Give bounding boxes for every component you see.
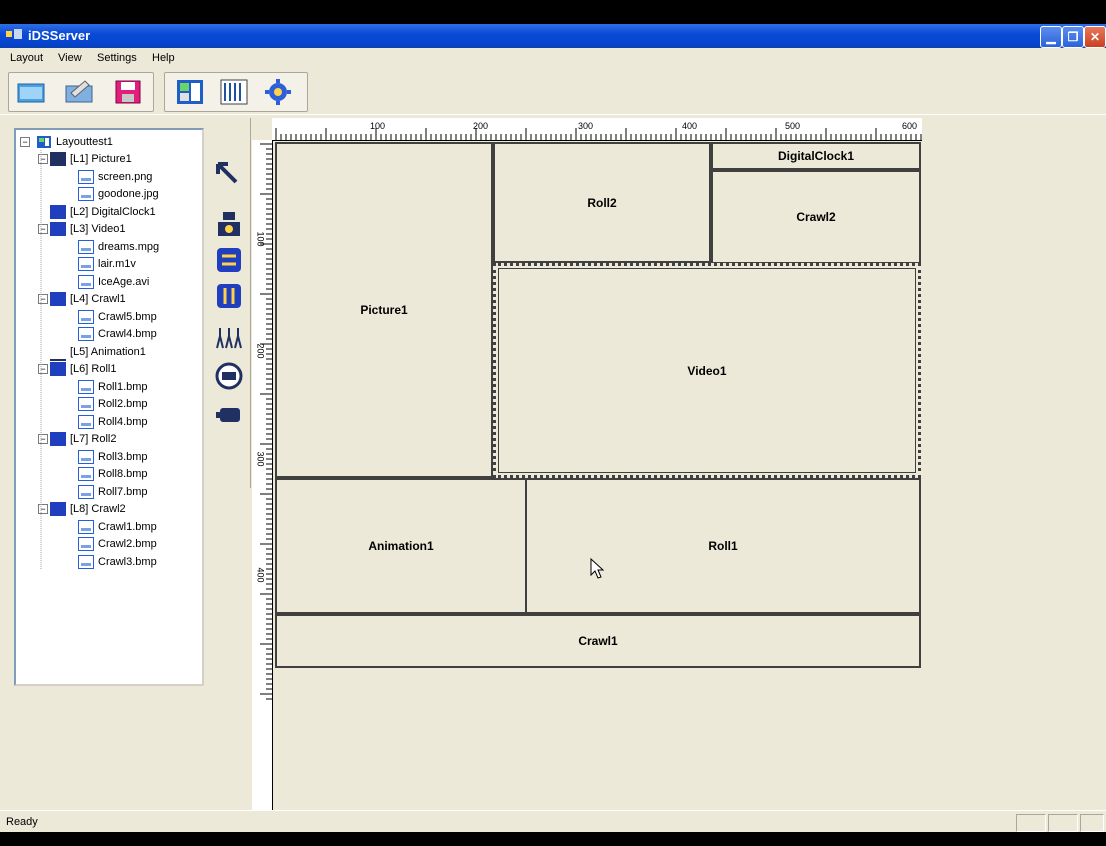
status-text: Ready bbox=[6, 816, 38, 828]
region-video1[interactable]: Video1 bbox=[493, 263, 921, 478]
menu-bar: Layout View Settings Help bbox=[0, 48, 1106, 68]
layout-tree[interactable]: − Layouttest1 − [L1] Picture1 screen.png go… bbox=[14, 128, 204, 686]
region-animation1[interactable]: Animation1 bbox=[275, 478, 527, 614]
crawl-tool-icon[interactable] bbox=[214, 246, 244, 274]
ruler-label-400: 400 bbox=[682, 121, 698, 131]
save-icon[interactable] bbox=[111, 77, 145, 107]
vruler-label-100: 100 bbox=[255, 231, 266, 247]
roll-tool-icon[interactable] bbox=[214, 282, 244, 310]
region-roll2-label: Roll2 bbox=[587, 195, 617, 210]
app-icon bbox=[6, 29, 22, 39]
close-icon: ✕ bbox=[1089, 30, 1101, 44]
picture-tool-icon[interactable] bbox=[214, 210, 244, 238]
restore-button[interactable]: ❐ bbox=[1062, 26, 1084, 48]
status-pane-2 bbox=[1048, 814, 1078, 832]
clock-tool-icon[interactable] bbox=[214, 362, 244, 390]
view-toolbar-group bbox=[164, 72, 308, 112]
vruler-label-200: 200 bbox=[255, 343, 266, 359]
region-digitalclock1-label: DigitalClock1 bbox=[777, 149, 855, 163]
vruler-label-400: 400 bbox=[255, 567, 266, 583]
layout-canvas-area: 100 200 300 400 500 600 100 200 300 400 … bbox=[252, 118, 1106, 832]
tool-palette bbox=[206, 118, 251, 488]
region-video1-label: Video1 bbox=[687, 363, 727, 378]
ruler-corner bbox=[252, 118, 272, 140]
pointer-tool-icon[interactable] bbox=[214, 160, 244, 188]
menu-settings[interactable]: Settings bbox=[97, 52, 137, 64]
region-crawl2-label: Crawl2 bbox=[796, 210, 836, 224]
status-pane-3 bbox=[1080, 814, 1104, 832]
edit-layout-icon[interactable] bbox=[63, 77, 97, 107]
ruler-label-200: 200 bbox=[473, 121, 489, 131]
settings-gear-icon[interactable] bbox=[261, 77, 295, 107]
region-roll1-label: Roll1 bbox=[708, 539, 738, 553]
ruler-label-500: 500 bbox=[785, 121, 801, 131]
minimize-button[interactable]: ▁ bbox=[1040, 26, 1062, 48]
file-toolbar-group bbox=[8, 72, 154, 112]
layout-view-icon[interactable] bbox=[173, 77, 207, 107]
ruler-label-600: 600 bbox=[902, 121, 918, 131]
menu-view[interactable]: View bbox=[58, 52, 82, 64]
title-bar[interactable]: iDSServer ▁ ❐ ✕ bbox=[0, 24, 1106, 48]
region-crawl1-label: Crawl1 bbox=[578, 634, 618, 648]
vertical-ruler: 100 200 300 400 bbox=[252, 140, 273, 832]
region-crawl2[interactable]: Crawl2 bbox=[711, 170, 921, 264]
window-title: iDSServer bbox=[28, 28, 91, 43]
toolbar bbox=[0, 68, 1106, 115]
region-picture1-label: Picture1 bbox=[360, 303, 408, 317]
menu-help[interactable]: Help bbox=[152, 52, 175, 64]
status-bar: Ready bbox=[0, 810, 1106, 832]
animation-tool-icon[interactable] bbox=[214, 324, 244, 352]
region-picture1[interactable]: Picture1 bbox=[275, 142, 493, 478]
region-animation1-label: Animation1 bbox=[368, 539, 434, 553]
vruler-label-300: 300 bbox=[255, 451, 266, 467]
restore-icon: ❐ bbox=[1067, 30, 1079, 44]
horizontal-ruler: 100 200 300 400 500 600 bbox=[272, 118, 922, 141]
ruler-label-300: 300 bbox=[578, 121, 594, 131]
tree-lines bbox=[40, 150, 42, 570]
status-pane-1 bbox=[1016, 814, 1046, 832]
open-layout-icon[interactable] bbox=[15, 77, 49, 107]
menu-layout[interactable]: Layout bbox=[10, 52, 43, 64]
region-roll1[interactable]: Roll1 bbox=[525, 478, 921, 614]
schedule-view-icon[interactable] bbox=[217, 77, 251, 107]
region-crawl1[interactable]: Crawl1 bbox=[275, 614, 921, 668]
close-button[interactable]: ✕ bbox=[1084, 26, 1106, 48]
minimize-icon: ▁ bbox=[1046, 30, 1056, 44]
video-tool-icon[interactable] bbox=[214, 400, 244, 428]
mouse-cursor-icon bbox=[590, 558, 605, 579]
region-digitalclock1[interactable]: DigitalClock1 bbox=[711, 142, 921, 170]
main-window: iDSServer ▁ ❐ ✕ Layout View Settings Hel… bbox=[0, 24, 1106, 832]
region-roll2[interactable]: Roll2 bbox=[493, 142, 711, 263]
ruler-label-100: 100 bbox=[370, 121, 386, 131]
